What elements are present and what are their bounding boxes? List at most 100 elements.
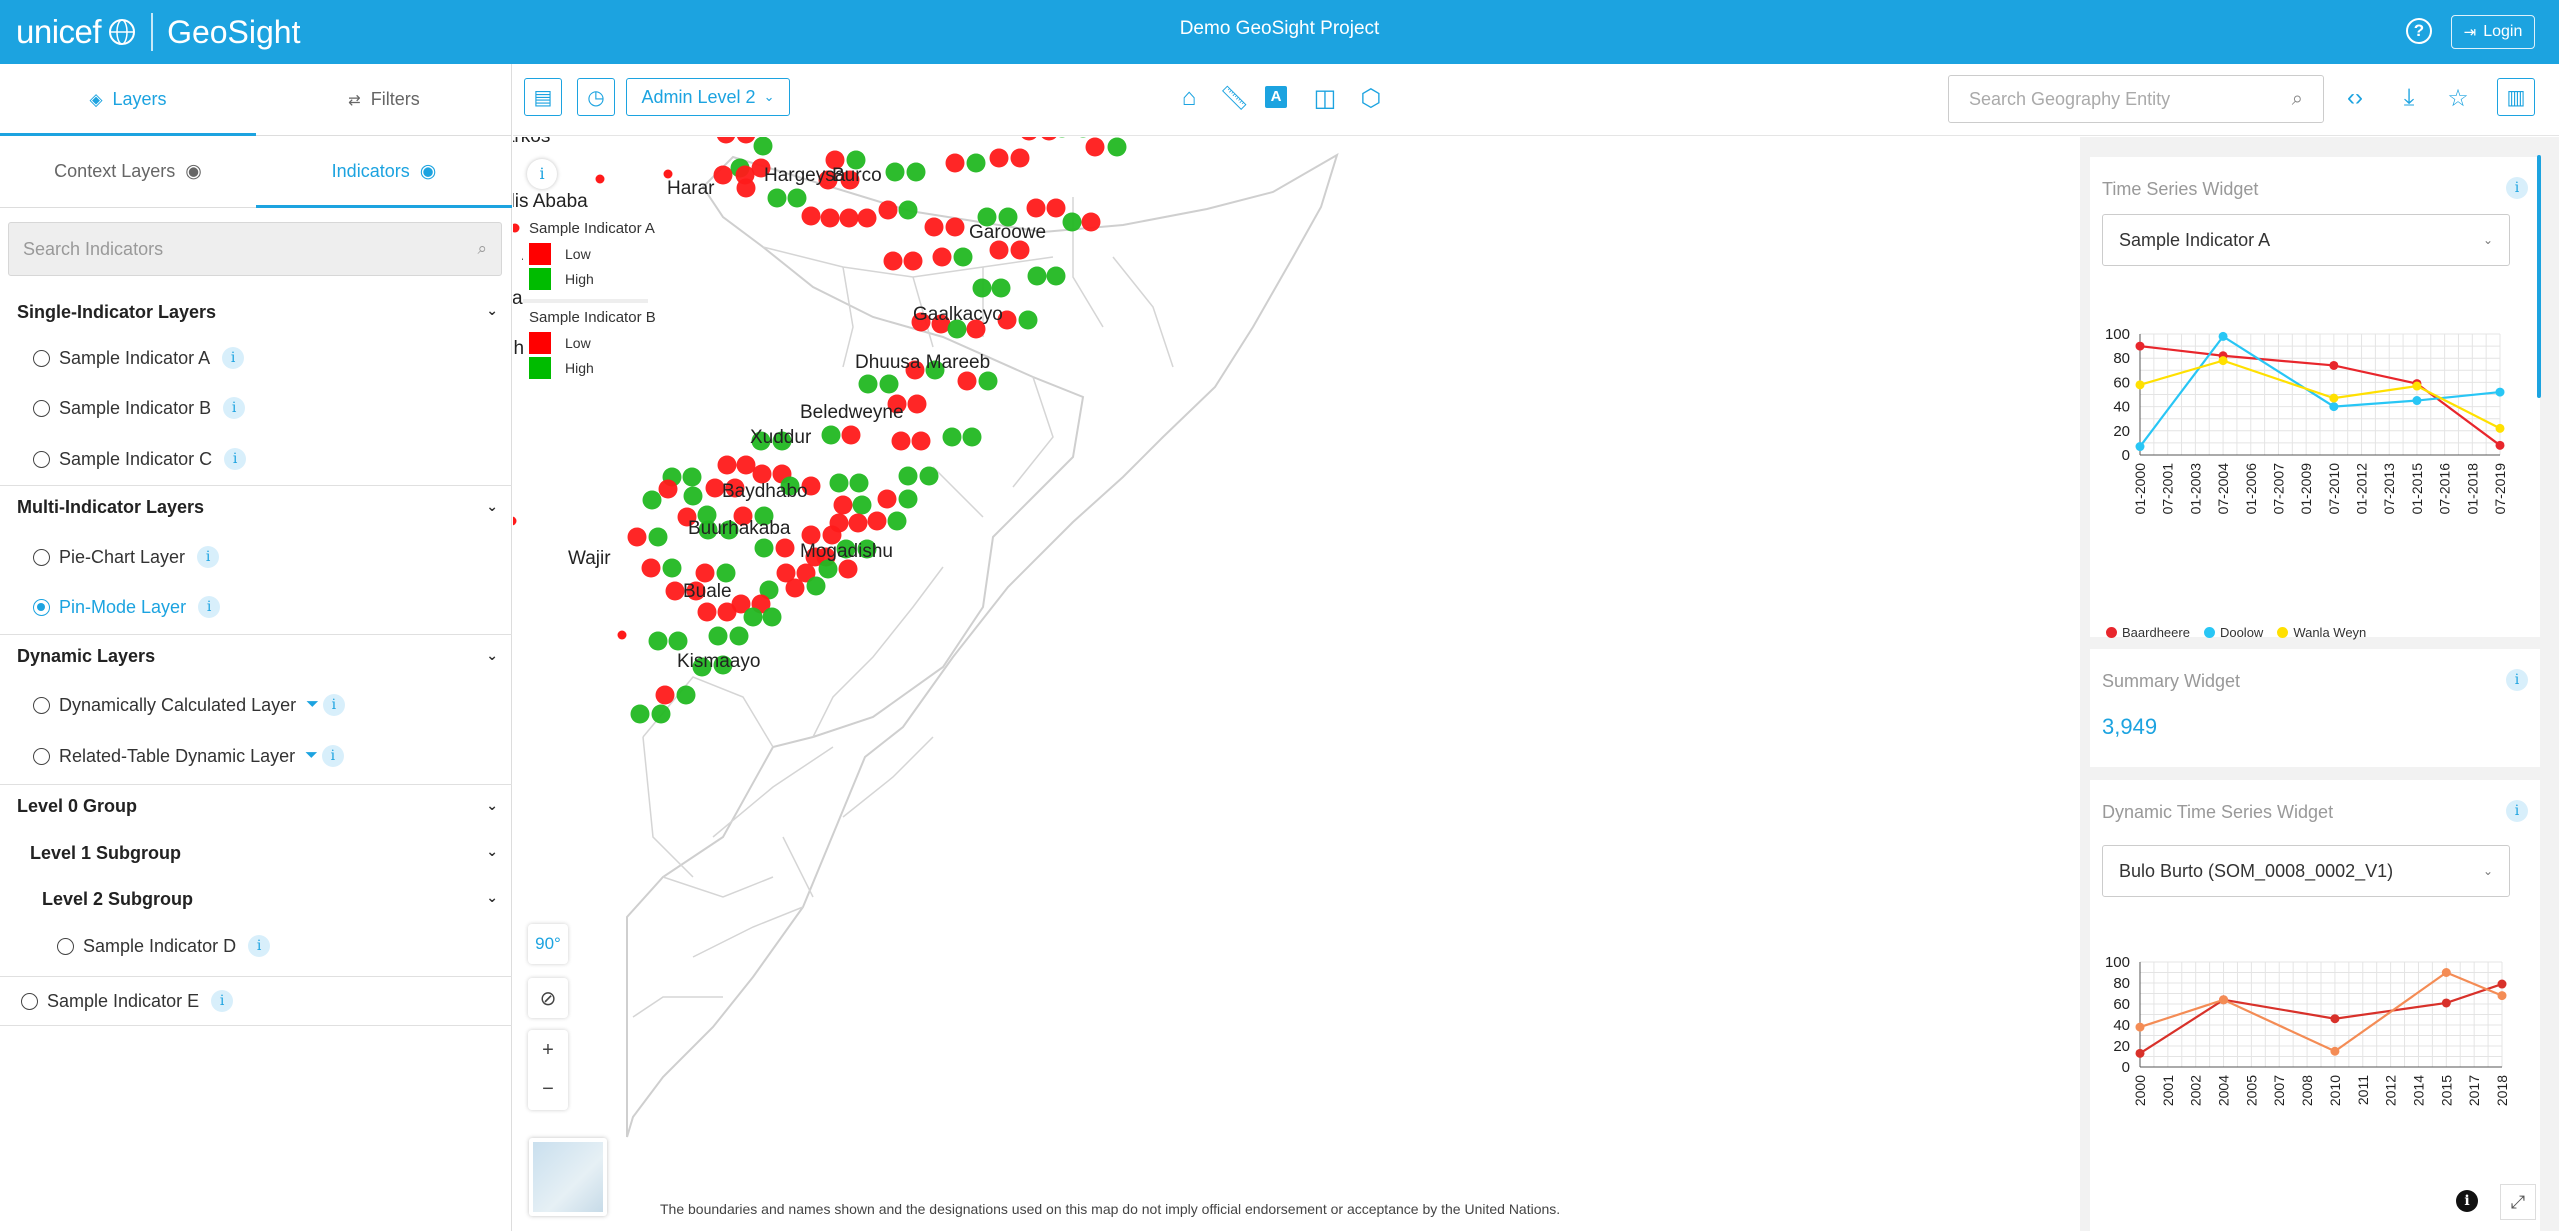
radio-button[interactable] <box>33 747 50 765</box>
indicator-pin[interactable] <box>717 455 737 475</box>
layer-item[interactable]: Sample Indicator B i <box>0 388 512 428</box>
data-point[interactable] <box>2329 360 2339 370</box>
data-point[interactable] <box>2135 442 2145 452</box>
indicator-pin[interactable] <box>1040 137 1059 141</box>
tab-indicators[interactable]: Indicators ◉ <box>256 136 512 208</box>
layer-item[interactable]: Related-Table Dynamic Layer ⏷ i <box>0 736 512 776</box>
indicator-pin[interactable] <box>736 178 756 198</box>
tab-filters[interactable]: ⇄ Filters <box>256 64 512 135</box>
time-slider-button[interactable]: ◷ <box>577 78 615 116</box>
legend-item[interactable]: Wanla Weyn <box>2277 625 2366 640</box>
radio-button-selected[interactable] <box>33 598 50 616</box>
info-icon[interactable]: i <box>248 935 271 957</box>
indicator-pin[interactable] <box>595 174 605 184</box>
info-icon[interactable]: i <box>2506 800 2528 822</box>
rotation-button[interactable]: 90° <box>528 924 568 964</box>
indicator-pin[interactable] <box>898 466 918 486</box>
layer-item[interactable]: Sample Indicator D i <box>0 926 512 966</box>
layer-item[interactable]: Sample Indicator C i <box>0 439 512 479</box>
indicator-pin[interactable] <box>1010 148 1030 168</box>
indicator-pin[interactable] <box>953 247 973 267</box>
indicator-pin[interactable] <box>821 425 841 445</box>
indicator-pin[interactable] <box>729 626 749 646</box>
indicator-pin[interactable] <box>898 489 918 509</box>
ruler-icon[interactable]: 📏︎ <box>1219 84 1249 113</box>
indicator-pin[interactable] <box>648 631 668 651</box>
chevron-down-icon[interactable]: ⌄ <box>486 843 498 860</box>
indicator-pin[interactable] <box>695 563 715 583</box>
indicator-pin[interactable] <box>627 527 647 547</box>
group-level-2[interactable]: Level 2 Subgroup ⌄ <box>0 877 512 921</box>
indicator-pin[interactable] <box>962 427 982 447</box>
indicator-pin[interactable] <box>991 278 1011 298</box>
indicator-pin[interactable] <box>907 394 927 414</box>
data-point[interactable] <box>2495 440 2505 450</box>
indicator-pin[interactable] <box>957 371 977 391</box>
data-point[interactable] <box>2497 991 2507 1001</box>
data-point[interactable] <box>2135 341 2145 351</box>
info-icon[interactable]: i <box>321 745 344 767</box>
indicator-pin[interactable] <box>1020 137 1039 141</box>
info-icon[interactable]: i <box>198 596 221 618</box>
indicator-pin[interactable] <box>801 206 821 226</box>
indicator-pin[interactable] <box>676 685 696 705</box>
indicator-pin[interactable] <box>662 558 682 578</box>
indicator-pin[interactable] <box>966 153 986 173</box>
indicator-pin[interactable] <box>839 208 859 228</box>
login-button[interactable]: ⇥ Login <box>2451 15 2535 49</box>
indicator-pin[interactable] <box>978 371 998 391</box>
indicator-pin[interactable] <box>513 223 520 233</box>
indicator-pin[interactable] <box>849 473 869 493</box>
info-icon[interactable]: i <box>2506 669 2528 691</box>
info-icon[interactable]: i <box>224 448 247 470</box>
indicator-pin[interactable] <box>911 431 931 451</box>
data-point[interactable] <box>2497 979 2507 989</box>
compare-icon[interactable]: ◫ <box>1310 84 1340 113</box>
indicator-pin[interactable] <box>858 374 878 394</box>
embed-code-icon[interactable]: ‹› <box>2340 84 2370 112</box>
indicator-pin[interactable] <box>668 631 688 651</box>
indicator-pin[interactable] <box>717 602 737 622</box>
label-toggle-icon[interactable]: A <box>1265 86 1287 108</box>
indicator-pin[interactable] <box>877 489 897 509</box>
data-point[interactable] <box>2330 1014 2340 1024</box>
indicator-pin[interactable] <box>852 495 872 515</box>
data-point[interactable] <box>2329 393 2339 403</box>
dynamic-time-series-chart[interactable]: 0 20 40 60 80 100 2000 2001 2002 2004 2005 2007 2008… <box>2090 915 2540 1231</box>
tab-layers[interactable]: ◈ Layers <box>0 64 256 136</box>
indicator-pin[interactable] <box>829 473 849 493</box>
indicator-pin[interactable] <box>641 558 661 578</box>
radio-button[interactable] <box>33 450 50 468</box>
widgets-scrollbar[interactable] <box>2537 155 2541 398</box>
group-level-1[interactable]: Level 1 Subgroup ⌄ <box>0 831 512 875</box>
indicator-pin[interactable] <box>736 455 756 475</box>
bookmark-star-icon[interactable]: ☆ <box>2443 84 2473 113</box>
indicator-pin[interactable] <box>736 137 756 144</box>
data-point[interactable] <box>2495 423 2505 433</box>
indicator-pin[interactable] <box>833 495 853 515</box>
data-point[interactable] <box>2412 396 2422 406</box>
info-icon[interactable]: i <box>2506 177 2528 199</box>
radio-button[interactable] <box>33 548 50 566</box>
indicator-pin[interactable] <box>1026 198 1046 218</box>
chevron-down-icon[interactable]: ⌄ <box>486 889 498 906</box>
indicator-pin[interactable] <box>806 576 826 596</box>
indicator-pin[interactable] <box>898 200 918 220</box>
indicator-pin[interactable] <box>903 251 923 271</box>
layer-item[interactable]: Dynamically Calculated Layer ⏷ i <box>0 685 512 725</box>
map-legend-info-icon[interactable]: i <box>527 159 557 189</box>
info-icon[interactable]: i <box>322 694 345 716</box>
tab-context-layers[interactable]: Context Layers ◉ <box>0 136 256 207</box>
chevron-down-icon[interactable]: ⌄ <box>486 797 498 814</box>
indicator-pin[interactable] <box>1018 310 1038 330</box>
group-multi-indicator[interactable]: Multi-Indicator Layers ⌄ <box>0 485 512 529</box>
indicator-pin[interactable] <box>883 251 903 271</box>
indicator-pin[interactable] <box>1046 266 1066 286</box>
data-point[interactable] <box>2135 1048 2145 1058</box>
data-point[interactable] <box>2441 968 2451 977</box>
indicator-pin[interactable] <box>716 137 736 144</box>
map-canvas[interactable]: DjiboutiDeseDikhilBoosaasoDebre MarkosCe… <box>513 137 2079 1231</box>
indicator-pin[interactable] <box>716 563 736 583</box>
indicator-pin[interactable] <box>651 704 671 724</box>
data-point[interactable] <box>2441 998 2451 1008</box>
